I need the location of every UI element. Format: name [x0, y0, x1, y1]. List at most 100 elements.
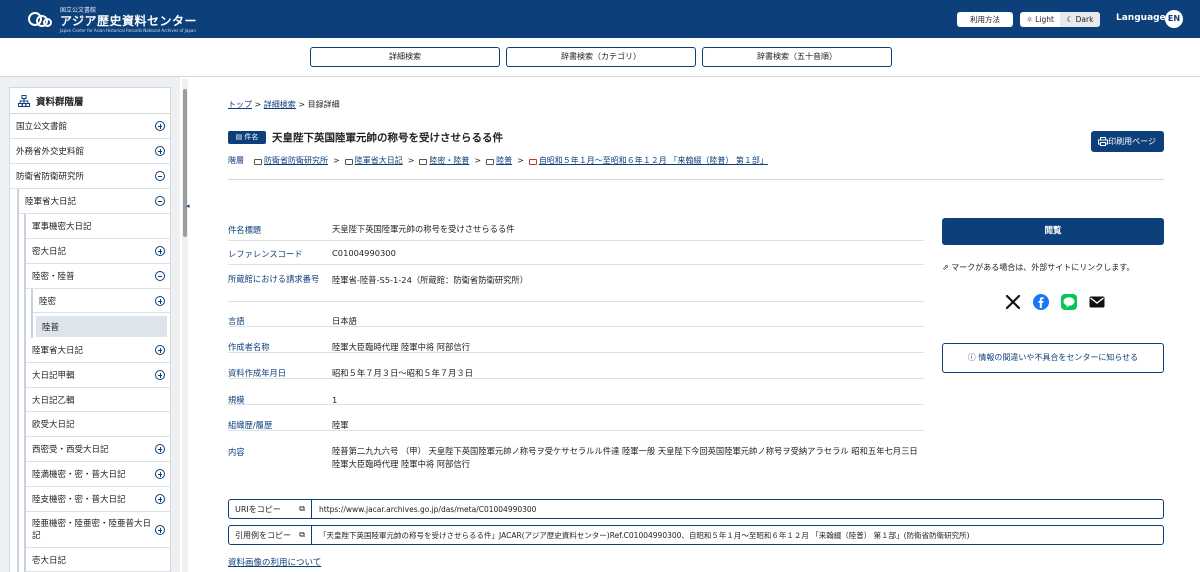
hierarchy-item[interactable]: 陸普 [496, 155, 512, 166]
uri-copy-box: URIをコピー ⧉ https://www.jacar.archives.go.… [228, 499, 1164, 519]
help-button[interactable]: 利用方法 [957, 12, 1013, 27]
breadcrumb-search[interactable]: 詳細検索 [264, 100, 296, 109]
theme-toggle: ☼ Light ☾ Dark [1020, 12, 1100, 27]
theme-light-button[interactable]: ☼ Light [1020, 12, 1060, 27]
sidebar-item[interactable]: 陸軍省大日記 [26, 338, 170, 363]
expand-icon[interactable] [155, 444, 165, 454]
site-logo[interactable]: 国立公文書館 アジア歴史資料センター Japan Center for Asia… [28, 7, 197, 32]
hierarchy-item[interactable]: 陸密・陸普 [429, 155, 469, 166]
sidebar-item[interactable]: 防衛省防衛研究所 [10, 164, 170, 189]
sidebar-item[interactable]: 国立公文書館 [10, 114, 170, 139]
record-type-badge: ▤ 件名 [228, 131, 266, 144]
share-icons [1005, 294, 1105, 310]
language-label: Language [1116, 13, 1166, 23]
sidebar-item-label: 密大日記 [32, 247, 67, 257]
sidebar-item-label: 陸軍省大日記 [25, 197, 77, 207]
view-button[interactable]: 閲覧 [942, 218, 1164, 245]
dictionary-gojuon-button[interactable]: 辞書検索（五十音順） [702, 47, 892, 67]
field-key: 組織歴/履歴 [228, 420, 273, 430]
language-en-button[interactable]: EN [1165, 10, 1183, 28]
sidebar-item[interactable]: 大日記甲輯 [26, 363, 170, 388]
hierarchy-item[interactable]: 陸軍省大日記 [355, 155, 403, 166]
dictionary-category-button[interactable]: 辞書検索（カテゴリ） [506, 47, 696, 67]
sidebar-item-label: 外務省外交史料館 [16, 147, 85, 157]
field-value: 陸普第二九九六号 （甲） 天皇陛下英国陸軍元帥ノ称号ヲ受ケサセラルル件達 陸軍一… [332, 446, 918, 469]
sidebar-item[interactable]: 外務省外交史料館 [10, 139, 170, 164]
expand-icon[interactable] [155, 370, 165, 380]
sidebar-item[interactable]: 軍事機密大日記 [26, 214, 170, 239]
breadcrumb-top[interactable]: トップ [228, 100, 252, 109]
sidebar-item[interactable]: 密大日記 [26, 239, 170, 264]
hierarchy-path: 階層 防衛省防衛研究所 > 陸軍省大日記 > 陸密・陸普 > 陸普 > 自昭和５… [228, 155, 768, 166]
field-key: 件名標題 [228, 225, 262, 235]
external-link-icon: ⇗ [942, 263, 949, 272]
copy-citation-button[interactable]: 引用例をコピー ⧉ [229, 526, 312, 544]
sidebar-item-label: 陸支機密・密・普大日記 [32, 495, 126, 505]
line-icon[interactable] [1061, 294, 1077, 310]
table-row: 所蔵館における請求番号 陸軍省-陸普-S5-1-24（所蔵館：防衛省防衛研究所） [228, 265, 924, 302]
hierarchy-item[interactable]: 防衛省防衛研究所 [264, 155, 328, 166]
sidebar-item[interactable]: 陸密・陸普 [26, 264, 170, 289]
folder-icon [486, 158, 495, 165]
print-button[interactable]: 印刷用ページ [1091, 131, 1164, 152]
sidebar-item-label: 陸亜機密・陸亜密・陸亜普大日記 [32, 518, 152, 541]
folder-icon [344, 158, 353, 165]
sidebar-item[interactable]: 大日記乙輯 [26, 388, 170, 412]
collapse-icon[interactable] [155, 196, 165, 206]
sidebar-item-label: 大日記甲輯 [32, 371, 75, 381]
breadcrumb-current: 目録詳細 [307, 100, 340, 109]
sidebar-scroll-thumb[interactable] [183, 89, 187, 237]
table-row: 規模 1 [228, 379, 924, 405]
field-key: レファレンスコード [228, 249, 303, 259]
sidebar-item[interactable]: 陸満機密・密・普大日記 [26, 462, 170, 487]
sidebar-item[interactable]: 陸密 [33, 289, 170, 313]
expand-icon[interactable] [155, 146, 165, 156]
sidebar-item-label: 欧受大日記 [32, 420, 75, 430]
expand-icon[interactable] [155, 469, 165, 479]
facebook-icon[interactable] [1033, 294, 1049, 310]
tree-guide-line [17, 189, 19, 572]
expand-icon[interactable] [155, 524, 165, 535]
field-key: 言語 [228, 316, 245, 326]
collapse-icon[interactable] [155, 171, 165, 181]
field-value: C01004990300 [332, 248, 396, 258]
citation-text: 「天皇陛下英国陸軍元帥の称号を受けさせらるる件」JACAR(アジア歴史資料センタ… [319, 530, 970, 540]
sidebar-item[interactable]: 陸軍省大日記 [19, 189, 170, 214]
copy-uri-button[interactable]: URIをコピー ⧉ [229, 500, 312, 518]
sidebar-item[interactable]: 西密受・西受大日記 [26, 437, 170, 462]
sidebar-item[interactable]: 陸支機密・密・普大日記 [26, 487, 170, 512]
field-key: 資料作成年月日 [228, 368, 287, 378]
expand-icon[interactable] [155, 345, 165, 355]
search-bar: 詳細検索 辞書検索（カテゴリ） 辞書検索（五十音順） [0, 38, 1200, 77]
image-usage-link[interactable]: 資料画像の利用について [228, 556, 321, 568]
collapse-icon[interactable] [155, 271, 165, 281]
table-row: 作成者名称 陸軍大臣臨時代理 陸軍中将 阿部信行 [228, 327, 924, 353]
x-icon[interactable] [1005, 294, 1021, 310]
sidebar-item[interactable]: 陸亜機密・陸亜密・陸亜普大日記 [26, 512, 170, 548]
hierarchy-item[interactable]: 自昭和５年１月～至昭和６年１２月 「来翰綴（陸普） 第１部」 [539, 155, 768, 166]
sidebar-item[interactable]: 陸普 [36, 316, 167, 337]
expand-icon[interactable] [155, 494, 165, 504]
file-icon [528, 158, 537, 165]
expand-icon[interactable] [155, 295, 165, 306]
advanced-search-button[interactable]: 詳細検索 [310, 47, 500, 67]
report-issue-button[interactable]: ⓘ 情報の間違いや不具合をセンターに知らせる [942, 343, 1164, 373]
collapse-sidebar-icon[interactable]: ◂ [186, 202, 194, 212]
hierarchy-label: 階層 [228, 156, 244, 165]
theme-dark-button[interactable]: ☾ Dark [1060, 12, 1100, 27]
sidebar-item[interactable]: 壱大日記 [26, 548, 170, 572]
sidebar-item[interactable]: 欧受大日記 [26, 412, 170, 437]
sidebar-item-label: 陸満機密・密・普大日記 [32, 470, 126, 480]
uri-text: https://www.jacar.archives.go.jp/das/met… [319, 504, 537, 514]
mail-icon[interactable] [1089, 294, 1105, 310]
breadcrumb: トップ > 詳細検索 > 目録詳細 [228, 100, 340, 109]
table-row: 資料作成年月日 昭和５年７月３日～昭和５年７月３日 [228, 353, 924, 379]
expand-icon[interactable] [155, 246, 165, 256]
copy-icon: ⧉ [299, 530, 305, 539]
folder-icon [254, 158, 262, 165]
page-title: 天皇陛下英国陸軍元帥の称号を受けさせらるる件 [272, 132, 503, 144]
expand-icon[interactable] [155, 121, 165, 131]
citation-copy-box: 引用例をコピー ⧉ 「天皇陛下英国陸軍元帥の称号を受けさせらるる件」JACAR(… [228, 525, 1164, 545]
logo-icon [28, 10, 54, 30]
sidebar-item-label: 陸普 [42, 322, 60, 333]
